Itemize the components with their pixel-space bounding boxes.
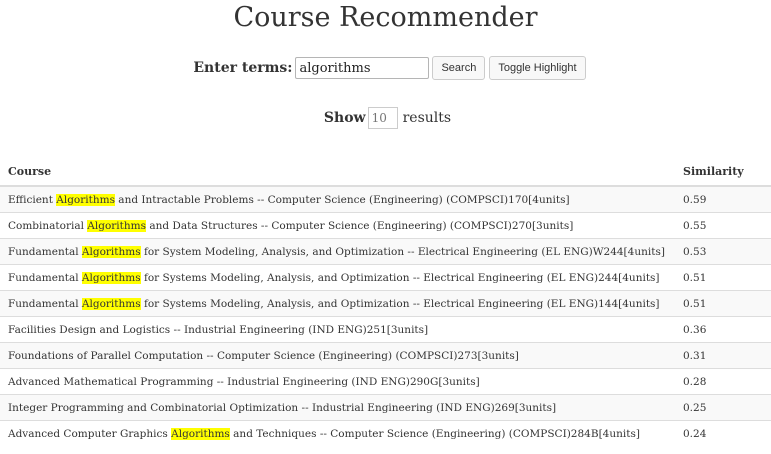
course-cell: Combinatorial Algorithms and Data Struct…: [0, 212, 675, 239]
page-title: Course Recommender: [233, 2, 538, 33]
course-text: Efficient: [8, 193, 57, 206]
course-text: Fundamental: [8, 271, 82, 284]
table-row: Foundations of Parallel Computation -- C…: [0, 342, 771, 369]
course-text: and Intractable Problems -- Computer Sci…: [114, 193, 570, 206]
table-row: Advanced Computer Graphics Algorithms an…: [0, 420, 771, 446]
course-text: Fundamental: [8, 245, 82, 258]
column-header-course: Course: [0, 158, 675, 187]
similarity-cell: 0.36: [675, 316, 771, 343]
course-text: Foundations of Parallel Computation -- C…: [8, 349, 519, 362]
table-header-row: Course Similarity: [0, 158, 771, 187]
course-text: for System Modeling, Analysis, and Optim…: [140, 245, 665, 258]
course-cell: Foundations of Parallel Computation -- C…: [0, 342, 675, 369]
term-highlight: Algorithms: [81, 297, 141, 310]
course-text: Fundamental: [8, 297, 82, 310]
course-cell: Fundamental Algorithms for Systems Model…: [0, 290, 675, 317]
term-highlight: Algorithms: [87, 219, 146, 232]
similarity-cell: 0.25: [675, 394, 771, 421]
course-text: and Data Structures -- Computer Science …: [146, 219, 574, 232]
results-table: Course Similarity Efficient Algorithms a…: [0, 158, 771, 446]
similarity-cell: 0.53: [675, 238, 771, 265]
course-cell: Advanced Computer Graphics Algorithms an…: [0, 420, 675, 446]
course-cell: Fundamental Algorithms for Systems Model…: [0, 264, 675, 291]
course-text: for Systems Modeling, Analysis, and Opti…: [140, 271, 660, 284]
similarity-cell: 0.51: [675, 290, 771, 317]
term-highlight: Algorithms: [171, 427, 230, 440]
term-highlight: Algorithms: [56, 193, 115, 206]
course-text: Integer Programming and Combinatorial Op…: [8, 401, 557, 414]
search-input[interactable]: [295, 57, 430, 79]
table-row: Facilities Design and Logistics -- Indus…: [0, 316, 771, 343]
similarity-cell: 0.28: [675, 368, 771, 395]
course-text: and Techniques -- Computer Science (Engi…: [229, 427, 640, 440]
table-row: Fundamental Algorithms for System Modeli…: [0, 238, 771, 265]
course-text: Advanced Mathematical Programming -- Ind…: [8, 375, 480, 388]
similarity-cell: 0.24: [675, 420, 771, 446]
results-table-body: Efficient Algorithms and Intractable Pro…: [0, 185, 771, 446]
search-button[interactable]: Search: [432, 56, 486, 80]
column-header-similarity: Similarity: [675, 158, 771, 187]
similarity-cell: 0.55: [675, 212, 771, 239]
toggle-highlight-button[interactable]: Toggle Highlight: [489, 56, 586, 80]
table-row: Efficient Algorithms and Intractable Pro…: [0, 185, 771, 213]
table-row: Combinatorial Algorithms and Data Struct…: [0, 212, 771, 239]
course-cell: Fundamental Algorithms for System Modeli…: [0, 238, 675, 265]
show-label: Show: [323, 110, 366, 126]
table-row: Fundamental Algorithms for Systems Model…: [0, 290, 771, 317]
table-row: Advanced Mathematical Programming -- Ind…: [0, 368, 771, 395]
course-text: Facilities Design and Logistics -- Indus…: [8, 323, 429, 336]
course-cell: Efficient Algorithms and Intractable Pro…: [0, 185, 675, 213]
course-text: Advanced Computer Graphics: [8, 427, 172, 440]
search-label: Enter terms:: [193, 60, 293, 76]
course-cell: Facilities Design and Logistics -- Indus…: [0, 316, 675, 343]
course-text: Combinatorial: [8, 219, 88, 232]
course-cell: Advanced Mathematical Programming -- Ind…: [0, 368, 675, 395]
similarity-cell: 0.51: [675, 264, 771, 291]
similarity-cell: 0.31: [675, 342, 771, 369]
table-row: Integer Programming and Combinatorial Op…: [0, 394, 771, 421]
table-row: Fundamental Algorithms for Systems Model…: [0, 264, 771, 291]
results-count-input[interactable]: [367, 107, 398, 129]
course-cell: Integer Programming and Combinatorial Op…: [0, 394, 675, 421]
search-form: Enter terms: Search Toggle Highlight: [4, 56, 771, 80]
similarity-cell: 0.59: [675, 185, 771, 213]
term-highlight: Algorithms: [81, 271, 141, 284]
term-highlight: Algorithms: [81, 245, 141, 258]
course-text: for Systems Modeling, Analysis, and Opti…: [140, 297, 660, 310]
results-suffix-label: results: [402, 110, 452, 126]
results-count-control: Show results: [2, 107, 771, 129]
